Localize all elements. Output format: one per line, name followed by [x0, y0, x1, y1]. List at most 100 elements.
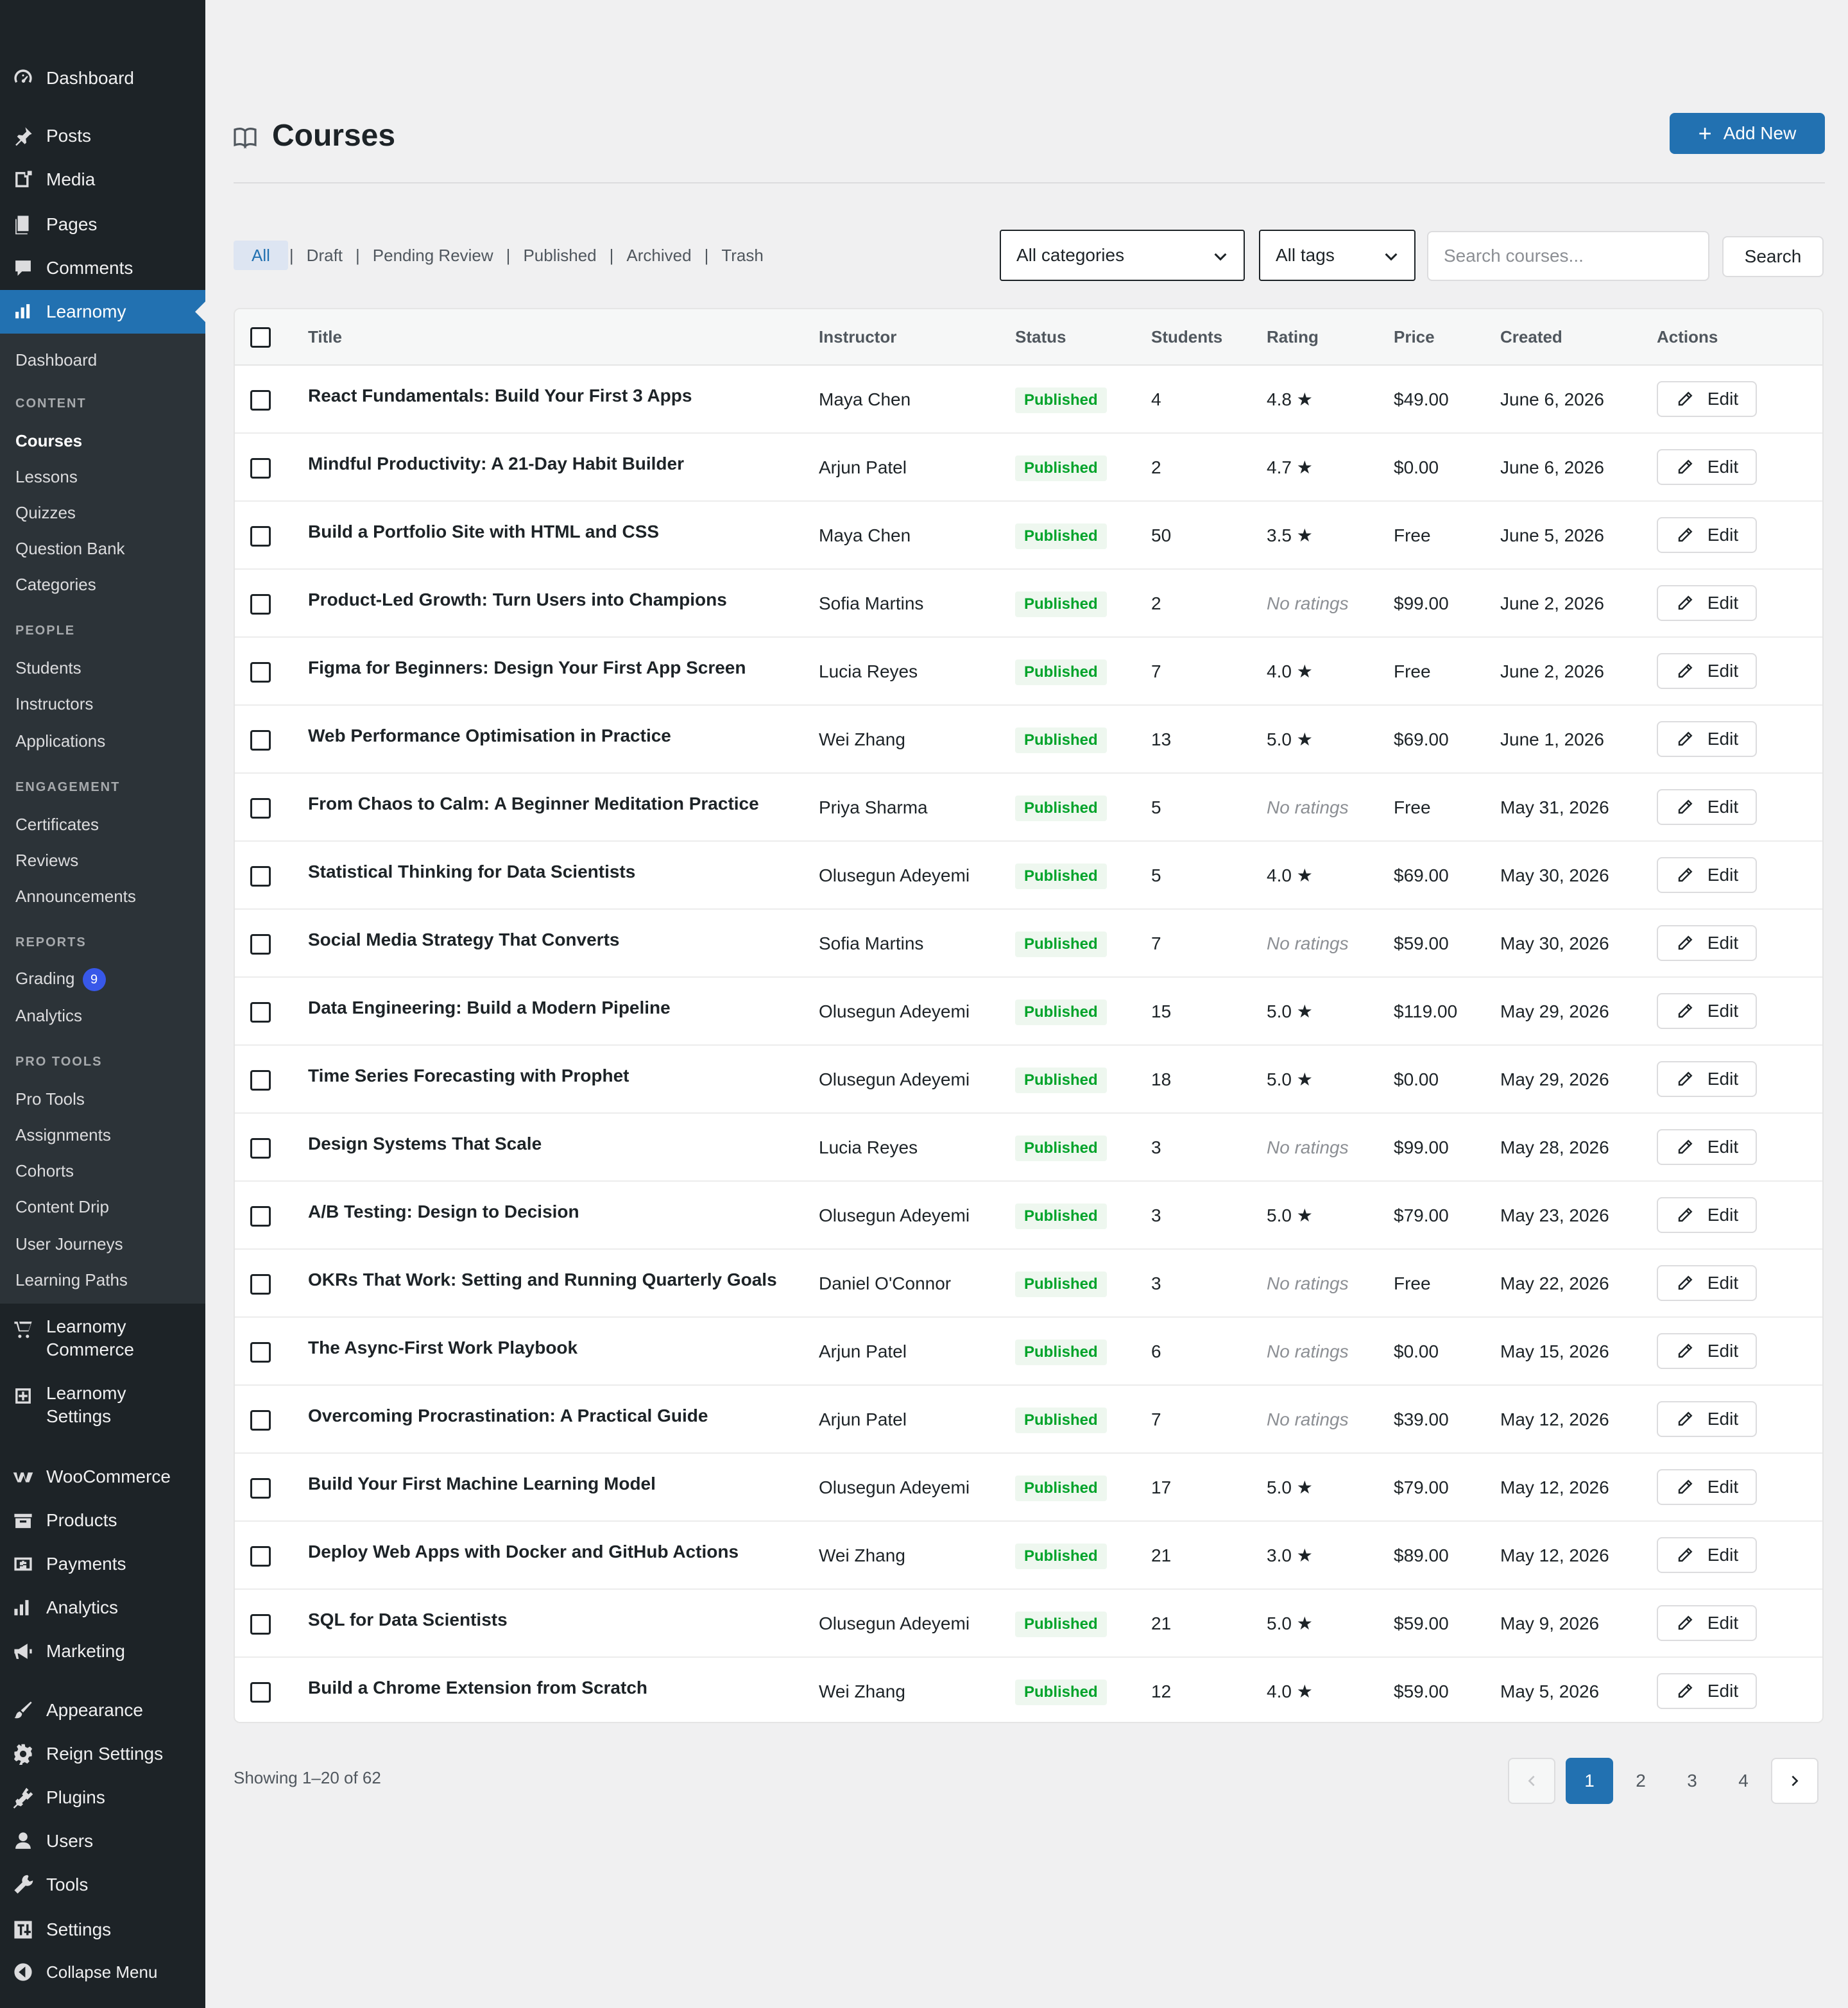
menu-item-learnomy-settings[interactable]: Learnomy Settings — [0, 1382, 205, 1428]
menu-item-learnomy[interactable]: Learnomy — [0, 290, 205, 334]
row-checkbox[interactable] — [250, 798, 271, 819]
row-checkbox[interactable] — [250, 662, 271, 683]
edit-button[interactable]: Edit — [1657, 789, 1757, 825]
menu-item-learnomy-commerce[interactable]: Learnomy Commerce — [0, 1315, 205, 1361]
course-title-link[interactable]: Design Systems That Scale — [308, 1133, 542, 1155]
row-checkbox[interactable] — [250, 1070, 271, 1091]
edit-button[interactable]: Edit — [1657, 449, 1757, 485]
tag-select[interactable]: All tags — [1259, 230, 1416, 281]
prev-page-button[interactable] — [1508, 1758, 1555, 1804]
menu-item-users[interactable]: Users — [0, 1828, 205, 1854]
submenu-item-instructors[interactable]: Instructors — [15, 693, 93, 715]
edit-button[interactable]: Edit — [1657, 925, 1757, 961]
category-select[interactable]: All categories — [1000, 230, 1245, 281]
column-header-created[interactable]: Created — [1500, 327, 1562, 347]
edit-button[interactable]: Edit — [1657, 1673, 1757, 1709]
row-checkbox[interactable] — [250, 1682, 271, 1703]
collapse-menu-button[interactable]: Collapse Menu — [0, 1959, 205, 1985]
search-button[interactable]: Search — [1722, 236, 1824, 277]
menu-item-dashboard[interactable]: Dashboard — [0, 65, 205, 91]
submenu-item-certificates[interactable]: Certificates — [15, 813, 99, 835]
page-1-button[interactable]: 1 — [1566, 1758, 1613, 1804]
menu-item-reign-settings[interactable]: Reign Settings — [0, 1741, 205, 1767]
course-title-link[interactable]: Build a Portfolio Site with HTML and CSS — [308, 521, 659, 543]
next-page-button[interactable] — [1771, 1758, 1818, 1804]
edit-button[interactable]: Edit — [1657, 721, 1757, 757]
edit-button[interactable]: Edit — [1657, 1469, 1757, 1505]
menu-item-analytics[interactable]: Analytics — [0, 1595, 205, 1621]
course-title-link[interactable]: The Async-First Work Playbook — [308, 1337, 578, 1359]
submenu-item-students[interactable]: Students — [15, 657, 81, 679]
column-header-instructor[interactable]: Instructor — [819, 327, 896, 347]
course-title-link[interactable]: A/B Testing: Design to Decision — [308, 1201, 579, 1223]
row-checkbox[interactable] — [250, 1614, 271, 1635]
edit-button[interactable]: Edit — [1657, 653, 1757, 689]
column-header-students[interactable]: Students — [1151, 327, 1222, 347]
submenu-item-applications[interactable]: Applications — [15, 730, 105, 752]
menu-item-products[interactable]: Products — [0, 1508, 205, 1533]
add-new-button[interactable]: + Add New — [1670, 113, 1825, 154]
edit-button[interactable]: Edit — [1657, 517, 1757, 553]
course-title-link[interactable]: OKRs That Work: Setting and Running Quar… — [308, 1269, 777, 1291]
edit-button[interactable]: Edit — [1657, 1265, 1757, 1301]
row-checkbox[interactable] — [250, 1274, 271, 1295]
row-checkbox[interactable] — [250, 1002, 271, 1023]
column-header-title[interactable]: Title — [308, 327, 342, 347]
submenu-item-cohorts[interactable]: Cohorts — [15, 1160, 74, 1182]
filter-trash[interactable]: Trash — [710, 241, 775, 270]
course-title-link[interactable]: React Fundamentals: Build Your First 3 A… — [308, 385, 692, 407]
course-title-link[interactable]: Overcoming Procrastination: A Practical … — [308, 1405, 708, 1427]
filter-published[interactable]: Published — [511, 241, 608, 270]
menu-item-marketing[interactable]: Marketing — [0, 1638, 205, 1664]
submenu-item-content-drip[interactable]: Content Drip — [15, 1196, 109, 1218]
course-title-link[interactable]: Build a Chrome Extension from Scratch — [308, 1677, 647, 1699]
edit-button[interactable]: Edit — [1657, 1197, 1757, 1233]
course-title-link[interactable]: From Chaos to Calm: A Beginner Meditatio… — [308, 793, 759, 815]
menu-item-posts[interactable]: Posts — [0, 123, 205, 149]
menu-item-media[interactable]: Media — [0, 167, 205, 192]
course-title-link[interactable]: Data Engineering: Build a Modern Pipelin… — [308, 997, 671, 1019]
edit-button[interactable]: Edit — [1657, 381, 1757, 417]
menu-item-pages[interactable]: Pages — [0, 212, 205, 237]
row-checkbox[interactable] — [250, 1478, 271, 1499]
row-checkbox[interactable] — [250, 526, 271, 547]
row-checkbox[interactable] — [250, 458, 271, 479]
menu-item-appearance[interactable]: Appearance — [0, 1697, 205, 1723]
row-checkbox[interactable] — [250, 390, 271, 411]
submenu-item-categories[interactable]: Categories — [15, 574, 96, 595]
filter-draft[interactable]: Draft — [295, 241, 354, 270]
submenu-item-courses[interactable]: Courses — [15, 430, 82, 452]
menu-item-comments[interactable]: Comments — [0, 255, 205, 281]
submenu-item-pro-tools[interactable]: Pro Tools — [15, 1088, 85, 1110]
search-input[interactable] — [1427, 231, 1709, 281]
course-title-link[interactable]: Mindful Productivity: A 21-Day Habit Bui… — [308, 453, 684, 475]
edit-button[interactable]: Edit — [1657, 1061, 1757, 1097]
edit-button[interactable]: Edit — [1657, 1537, 1757, 1573]
course-title-link[interactable]: Statistical Thinking for Data Scientists — [308, 861, 635, 883]
column-header-status[interactable]: Status — [1015, 327, 1066, 347]
edit-button[interactable]: Edit — [1657, 585, 1757, 621]
edit-button[interactable]: Edit — [1657, 1605, 1757, 1641]
column-header-rating[interactable]: Rating — [1267, 327, 1319, 347]
edit-button[interactable]: Edit — [1657, 1333, 1757, 1369]
filter-all[interactable]: All — [234, 241, 288, 270]
row-checkbox[interactable] — [250, 594, 271, 615]
submenu-item-lessons[interactable]: Lessons — [15, 466, 78, 488]
submenu-item-user-journeys[interactable]: User Journeys — [15, 1233, 123, 1255]
submenu-item-question-bank[interactable]: Question Bank — [15, 538, 125, 559]
row-checkbox[interactable] — [250, 1206, 271, 1227]
row-checkbox[interactable] — [250, 1342, 271, 1363]
course-title-link[interactable]: Figma for Beginners: Design Your First A… — [308, 657, 746, 679]
submenu-item-assignments[interactable]: Assignments — [15, 1124, 111, 1146]
submenu-item-reviews[interactable]: Reviews — [15, 849, 78, 871]
filter-archived[interactable]: Archived — [615, 241, 703, 270]
row-checkbox[interactable] — [250, 866, 271, 887]
course-title-link[interactable]: Build Your First Machine Learning Model — [308, 1473, 656, 1495]
submenu-item-grading[interactable]: Grading 9 — [15, 967, 106, 992]
course-title-link[interactable]: Product-Led Growth: Turn Users into Cham… — [308, 589, 727, 611]
submenu-item-analytics[interactable]: Analytics — [15, 1005, 82, 1026]
edit-button[interactable]: Edit — [1657, 1129, 1757, 1165]
page-4-button[interactable]: 4 — [1720, 1758, 1767, 1804]
row-checkbox[interactable] — [250, 934, 271, 955]
select-all-checkbox[interactable] — [250, 327, 271, 348]
